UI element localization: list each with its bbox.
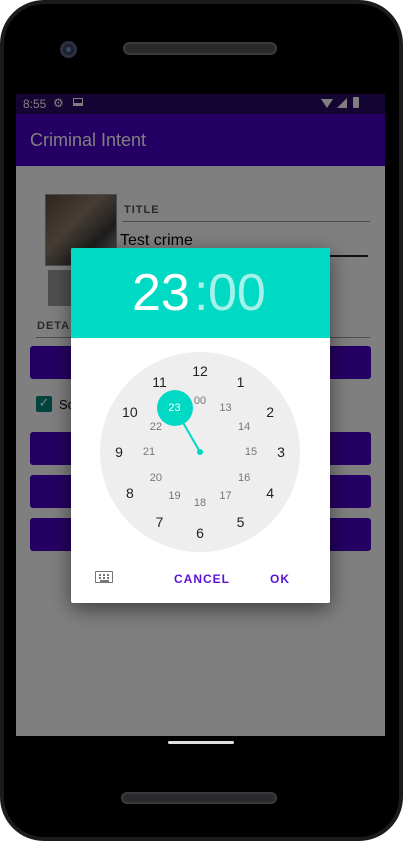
keyboard-icon[interactable] bbox=[95, 571, 113, 583]
clock-hour-8[interactable]: 8 bbox=[118, 483, 142, 503]
hour-display[interactable]: 23 bbox=[132, 263, 190, 323]
clock-hour-3[interactable]: 3 bbox=[269, 442, 293, 462]
front-camera bbox=[60, 41, 77, 58]
clock-hour-6[interactable]: 6 bbox=[188, 523, 212, 543]
clock-hour-16[interactable]: 16 bbox=[232, 468, 256, 488]
clock-hour-12[interactable]: 12 bbox=[188, 361, 212, 381]
time-header: 23 : 00 bbox=[71, 248, 330, 338]
clock-hour-11[interactable]: 11 bbox=[148, 372, 172, 392]
clock-hour-10[interactable]: 10 bbox=[118, 402, 142, 422]
clock-hour-00[interactable]: 00 bbox=[188, 391, 212, 411]
clock-hour-20[interactable]: 20 bbox=[144, 468, 168, 488]
time-separator: : bbox=[194, 264, 209, 322]
clock-hour-1[interactable]: 1 bbox=[229, 372, 253, 392]
cancel-button[interactable]: CANCEL bbox=[174, 572, 230, 586]
earpiece-speaker bbox=[123, 42, 277, 55]
clock-hour-23[interactable]: 23 bbox=[163, 398, 187, 418]
time-picker-dialog: 23 : 00 12 1 2 3 4 5 6 7 8 9 10 11 00 13 14 15 16 17 18 19 2… bbox=[71, 248, 330, 603]
clock-hour-17[interactable]: 17 bbox=[214, 486, 238, 506]
device-frame: 8:55 ⚙ Criminal Intent TITLE Test crime … bbox=[0, 0, 403, 841]
clock-hour-5[interactable]: 5 bbox=[229, 512, 253, 532]
clock-hour-22[interactable]: 22 bbox=[144, 417, 168, 437]
clock-center-dot bbox=[197, 449, 203, 455]
clock-hour-19[interactable]: 19 bbox=[163, 486, 187, 506]
clock-hour-2[interactable]: 2 bbox=[258, 402, 282, 422]
clock-hour-7[interactable]: 7 bbox=[148, 512, 172, 532]
clock-hour-14[interactable]: 14 bbox=[232, 417, 256, 437]
clock-hour-15[interactable]: 15 bbox=[239, 442, 263, 462]
clock-hour-4[interactable]: 4 bbox=[258, 483, 282, 503]
minute-display[interactable]: 00 bbox=[208, 263, 266, 323]
clock-hour-18[interactable]: 18 bbox=[188, 493, 212, 513]
clock-hour-21[interactable]: 21 bbox=[137, 442, 161, 462]
clock-hour-13[interactable]: 13 bbox=[214, 398, 238, 418]
clock-hour-9[interactable]: 9 bbox=[107, 442, 131, 462]
nav-gesture-handle[interactable] bbox=[168, 741, 234, 744]
ok-button[interactable]: OK bbox=[270, 572, 290, 586]
screen: 8:55 ⚙ Criminal Intent TITLE Test crime … bbox=[16, 94, 385, 736]
bottom-speaker bbox=[121, 792, 277, 804]
clock-face[interactable]: 12 1 2 3 4 5 6 7 8 9 10 11 00 13 14 15 16 17 18 19 20 21 22 23 bbox=[100, 352, 300, 552]
